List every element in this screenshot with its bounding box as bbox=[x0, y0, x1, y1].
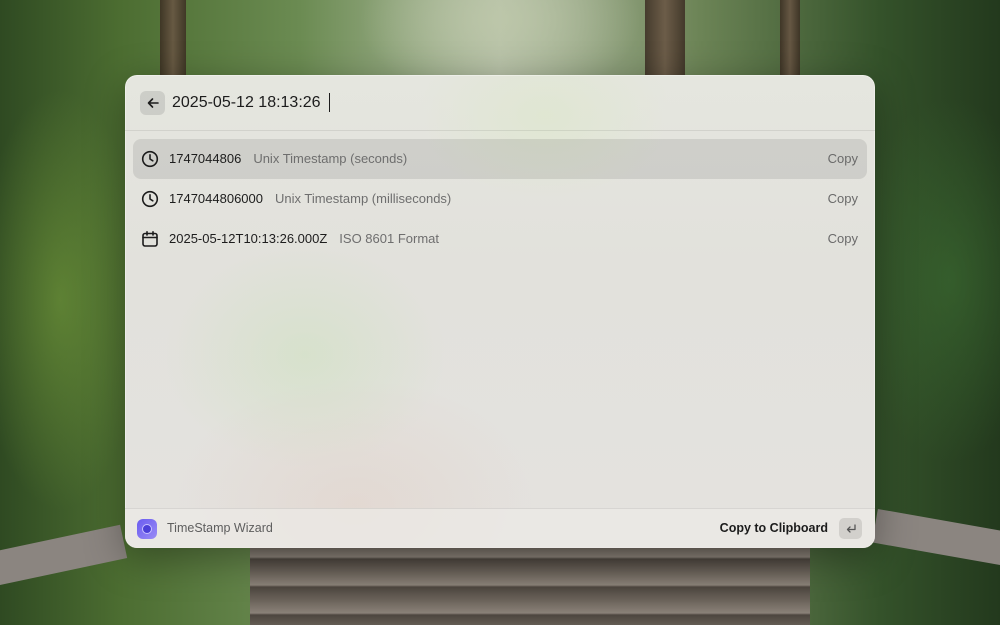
result-subtitle: Unix Timestamp (milliseconds) bbox=[275, 191, 452, 206]
app-name: TimeStamp Wizard bbox=[167, 521, 273, 535]
back-button[interactable] bbox=[140, 91, 165, 115]
result-title: 1747044806000 Unix Timestamp (millisecond… bbox=[169, 191, 451, 206]
wallpaper-railing bbox=[0, 524, 128, 585]
result-subtitle: ISO 8601 Format bbox=[339, 231, 440, 246]
copy-action[interactable]: Copy bbox=[828, 191, 858, 206]
result-row[interactable]: 1747044806 Unix Timestamp (seconds) Copy bbox=[133, 139, 867, 179]
result-row[interactable]: 1747044806000 Unix Timestamp (millisecond… bbox=[133, 179, 867, 219]
text-caret bbox=[329, 93, 330, 112]
wallpaper-stairs bbox=[250, 545, 810, 625]
copy-to-clipboard-button[interactable]: Copy to Clipboard bbox=[720, 521, 828, 535]
search-bar bbox=[125, 75, 875, 131]
copy-action[interactable]: Copy bbox=[828, 151, 858, 166]
enter-key-hint[interactable] bbox=[839, 518, 862, 539]
search-input[interactable] bbox=[172, 90, 832, 116]
wallpaper-railing bbox=[871, 508, 1000, 565]
timestamp-wizard-logo-icon bbox=[142, 524, 152, 534]
result-value: 1747044806000 bbox=[169, 191, 263, 206]
result-title: 2025-05-12T10:13:26.000Z ISO 8601 Format bbox=[169, 231, 439, 246]
copy-action[interactable]: Copy bbox=[828, 231, 858, 246]
result-value: 1747044806 bbox=[169, 151, 242, 166]
action-bar: TimeStamp Wizard Copy to Clipboard bbox=[125, 508, 875, 548]
result-row[interactable]: 2025-05-12T10:13:26.000Z ISO 8601 Format … bbox=[133, 219, 867, 259]
desktop-wallpaper: 1747044806 Unix Timestamp (seconds) Copy … bbox=[0, 0, 1000, 625]
enter-key-icon bbox=[846, 523, 856, 533]
arrow-left-icon bbox=[147, 98, 159, 108]
calendar-icon bbox=[142, 231, 158, 247]
result-title: 1747044806 Unix Timestamp (seconds) bbox=[169, 151, 407, 166]
clock-icon bbox=[141, 190, 159, 208]
result-value: 2025-05-12T10:13:26.000Z bbox=[169, 231, 328, 246]
app-icon bbox=[137, 519, 157, 539]
results-list: 1747044806 Unix Timestamp (seconds) Copy … bbox=[133, 139, 867, 259]
result-subtitle: Unix Timestamp (seconds) bbox=[253, 151, 408, 166]
clock-icon bbox=[141, 150, 159, 168]
launcher-window: 1747044806 Unix Timestamp (seconds) Copy … bbox=[125, 75, 875, 548]
